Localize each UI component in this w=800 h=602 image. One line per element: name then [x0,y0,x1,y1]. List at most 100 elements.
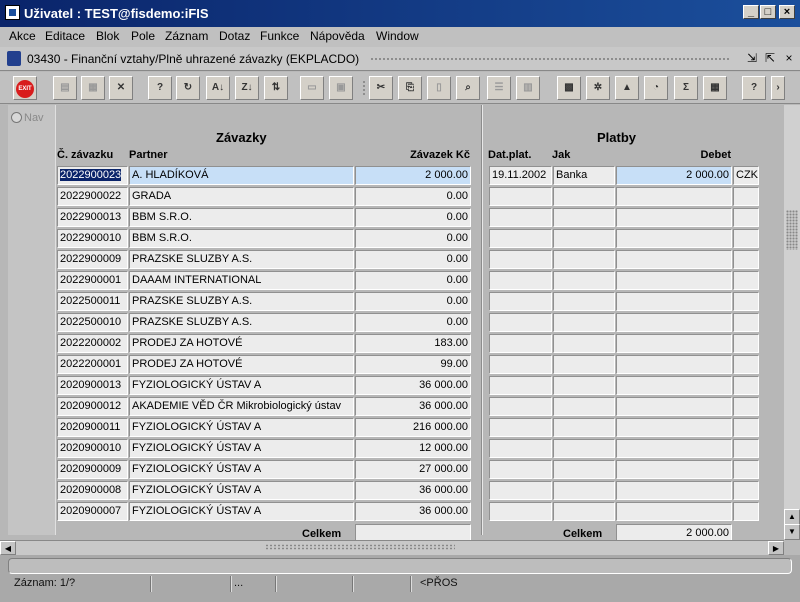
scroll-right-icon[interactable]: ▶ [768,541,784,555]
platba-debet-cell[interactable] [616,418,732,437]
platba-date-cell[interactable] [489,502,552,521]
platba-currency-cell[interactable] [733,418,759,437]
window-title-bar[interactable]: Uživatel : TEST@fisdemo:iFIS _ □ × [0,0,800,27]
platba-date-cell[interactable] [489,187,552,206]
zavazek-number-cell[interactable]: 2022500011 [57,292,128,311]
platba-how-cell[interactable] [553,187,615,206]
platba-currency-cell[interactable] [733,313,759,332]
zavazek-partner-cell[interactable]: FYZIOLOGICKÝ ÚSTAV A [129,376,354,395]
multi-sort-icon[interactable]: ⇅ [264,76,288,100]
zavazek-amount-cell[interactable]: 0.00 [355,271,471,290]
sort-asc-icon[interactable]: A↓ [206,76,230,100]
platba-debet-cell[interactable] [616,313,732,332]
platba-date-cell[interactable] [489,439,552,458]
sum-icon[interactable]: Σ [674,76,698,100]
menu-window[interactable]: Window [376,29,419,43]
nav-radio[interactable] [11,112,22,123]
zavazek-amount-cell[interactable]: 36 000.00 [355,502,471,521]
zavazek-partner-cell[interactable]: A. HLADÍKOVÁ [129,166,354,185]
scroll-up-icon[interactable]: ▲ [784,509,800,525]
menu-akce[interactable]: Akce [9,29,36,43]
zavazek-number-cell[interactable]: 2020900013 [57,376,128,395]
close-button[interactable]: × [779,5,795,19]
platba-how-cell[interactable] [553,250,615,269]
platba-debet-cell[interactable] [616,187,732,206]
platba-how-cell[interactable] [553,460,615,479]
platba-date-cell[interactable] [489,376,552,395]
menu-dotaz[interactable]: Dotaz [219,29,250,43]
minimize-button[interactable]: _ [743,5,759,19]
zavazek-number-cell[interactable]: 2022900023 [57,166,128,185]
maximize-button[interactable]: □ [760,5,776,19]
zavazek-amount-cell[interactable]: 0.00 [355,229,471,248]
zavazek-partner-cell[interactable]: PRAZSKE SLUZBY A.S. [129,313,354,332]
vertical-scrollbar[interactable]: ▲ ▼ [784,105,800,540]
zavazek-amount-cell[interactable]: 0.00 [355,292,471,311]
platba-date-cell[interactable] [489,418,552,437]
platba-date-cell[interactable]: 19.11.2002 [489,166,552,185]
platba-date-cell[interactable] [489,208,552,227]
find-icon[interactable]: ⌕ [456,76,480,100]
platba-date-cell[interactable] [489,460,552,479]
platba-date-cell[interactable] [489,355,552,374]
platba-debet-cell[interactable]: 2 000.00 [616,166,732,185]
zavazek-number-cell[interactable]: 2020900011 [57,418,128,437]
help-icon[interactable]: ? [742,76,766,100]
zavazek-number-cell[interactable]: 2022900010 [57,229,128,248]
platba-how-cell[interactable]: Banka [553,166,615,185]
platba-currency-cell[interactable] [733,334,759,353]
zavazek-amount-cell[interactable]: 36 000.00 [355,376,471,395]
platba-how-cell[interactable] [553,271,615,290]
zavazek-partner-cell[interactable]: PRAZSKE SLUZBY A.S. [129,250,354,269]
platba-date-cell[interactable] [489,250,552,269]
platba-date-cell[interactable] [489,334,552,353]
platba-debet-cell[interactable] [616,334,732,353]
zavazek-partner-cell[interactable]: FYZIOLOGICKÝ ÚSTAV A [129,418,354,437]
insert-record-icon[interactable]: ▦ [81,76,105,100]
zavazek-partner-cell[interactable]: DAAAM INTERNATIONAL [129,271,354,290]
platba-how-cell[interactable] [553,313,615,332]
platba-how-cell[interactable] [553,481,615,500]
platba-currency-cell[interactable] [733,355,759,374]
platba-how-cell[interactable] [553,355,615,374]
form-restore-icon[interactable]: ⇱ [762,51,778,66]
platba-debet-cell[interactable] [616,229,732,248]
menu-pole[interactable]: Pole [131,29,155,43]
platba-debet-cell[interactable] [616,250,732,269]
zavazek-partner-cell[interactable]: FYZIOLOGICKÝ ÚSTAV A [129,481,354,500]
platba-debet-cell[interactable] [616,502,732,521]
save-icon[interactable]: ▤ [53,76,77,100]
form-close-icon[interactable]: × [781,51,797,66]
zavazek-number-cell[interactable]: 2020900007 [57,502,128,521]
zavazek-partner-cell[interactable]: PRAZSKE SLUZBY A.S. [129,292,354,311]
zavazek-amount-cell[interactable]: 216 000.00 [355,418,471,437]
platba-debet-cell[interactable] [616,376,732,395]
platba-debet-cell[interactable] [616,292,732,311]
platba-date-cell[interactable] [489,271,552,290]
platba-date-cell[interactable] [489,313,552,332]
pie-chart-icon[interactable]: ◔ [644,76,668,100]
zavazek-number-cell[interactable]: 2020900008 [57,481,128,500]
scroll-left-icon[interactable]: ◀ [0,541,16,555]
copy-icon[interactable]: ⎘ [398,76,422,100]
zavazek-number-cell[interactable]: 2022900022 [57,187,128,206]
zavazek-amount-cell[interactable]: 36 000.00 [355,481,471,500]
chart-icon[interactable]: ▲ [615,76,639,100]
menu-funkce[interactable]: Funkce [260,29,299,43]
platba-date-cell[interactable] [489,397,552,416]
zavazek-amount-cell[interactable]: 0.00 [355,250,471,269]
settings-icon[interactable]: ✲ [586,76,610,100]
zavazek-number-cell[interactable]: 2022900013 [57,208,128,227]
platba-how-cell[interactable] [553,229,615,248]
zavazek-amount-cell[interactable]: 99.00 [355,355,471,374]
calendar-icon[interactable]: ▩ [557,76,581,100]
platba-how-cell[interactable] [553,208,615,227]
paste-icon[interactable]: ▯ [427,76,451,100]
zavazek-amount-cell[interactable]: 27 000.00 [355,460,471,479]
zavazek-amount-cell[interactable]: 36 000.00 [355,397,471,416]
platba-debet-cell[interactable] [616,397,732,416]
menu-editace[interactable]: Editace [45,29,85,43]
platba-debet-cell[interactable] [616,208,732,227]
zavazek-amount-cell[interactable]: 0.00 [355,208,471,227]
zavazek-partner-cell[interactable]: FYZIOLOGICKÝ ÚSTAV A [129,439,354,458]
